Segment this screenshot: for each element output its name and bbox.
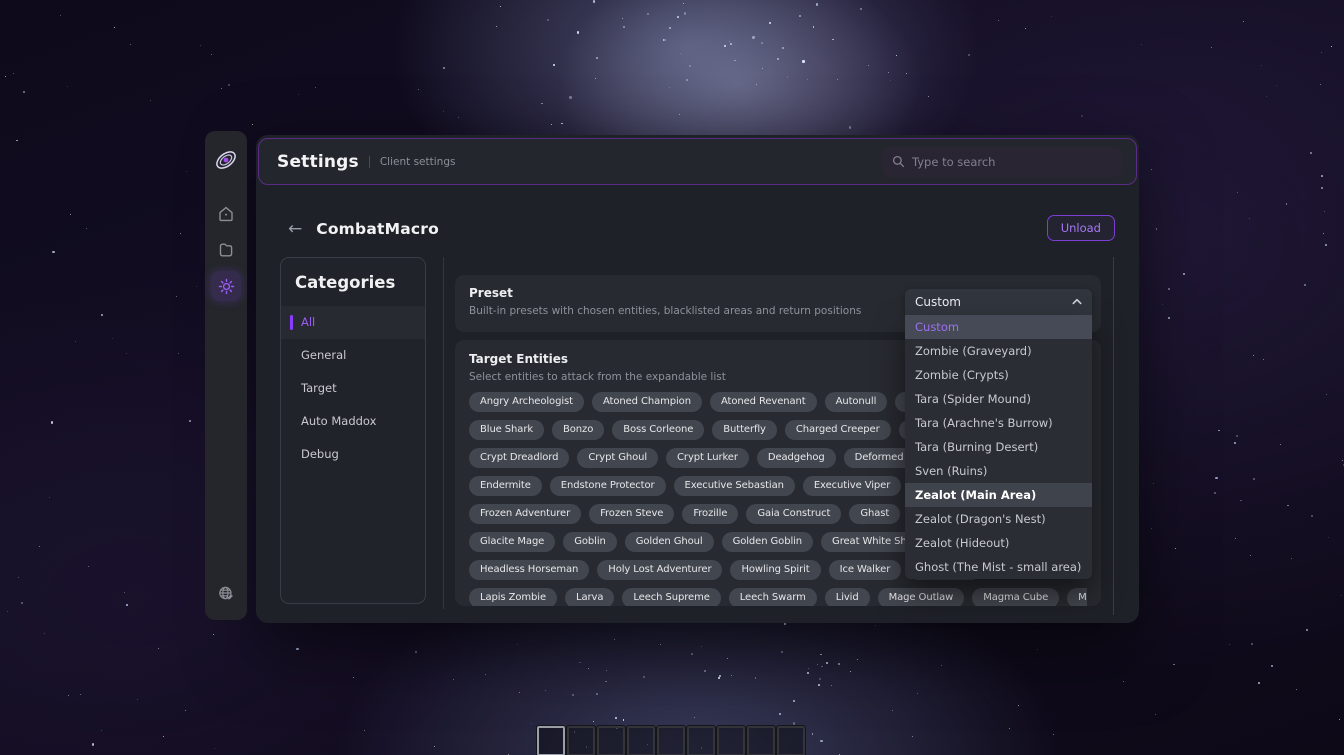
unload-button[interactable]: Unload	[1047, 215, 1115, 241]
entity-chip-deadgehog[interactable]: Deadgehog	[757, 448, 836, 468]
hotbar-slot-6[interactable]	[687, 726, 715, 755]
settings-icon[interactable]	[211, 271, 241, 301]
categories-title: Categories	[281, 258, 425, 306]
search-icon	[892, 155, 905, 168]
preset-option-custom[interactable]: Custom	[905, 315, 1092, 339]
entity-chip-livid[interactable]: Livid	[825, 588, 870, 606]
preset-option-tara-burning-desert[interactable]: Tara (Burning Desert)	[905, 435, 1092, 459]
content-scrollbar[interactable]	[1113, 257, 1114, 615]
entity-chip-bonzo[interactable]: Bonzo	[552, 420, 604, 440]
hotbar-slot-9[interactable]	[777, 726, 805, 755]
entity-chip-boss-corleone[interactable]: Boss Corleone	[612, 420, 704, 440]
entity-chip-atoned-champion[interactable]: Atoned Champion	[592, 392, 702, 412]
preset-option-tara-arachne-s-burrow[interactable]: Tara (Arachne's Burrow)	[905, 411, 1092, 435]
settings-window: Settings Client settings ← CombatMacro U…	[256, 135, 1139, 623]
entity-chip-leech-supreme[interactable]: Leech Supreme	[622, 588, 720, 606]
search-box[interactable]	[882, 147, 1122, 177]
back-button[interactable]: ←	[288, 221, 302, 238]
entity-chip-magma-cube-boss[interactable]: Magma Cube Boss	[1067, 588, 1087, 606]
entity-chip-frozen-adventurer[interactable]: Frozen Adventurer	[469, 504, 581, 524]
settings-body: Categories AllGeneralTargetAuto MaddoxDe…	[256, 257, 1139, 623]
entity-chip-row: Lapis Zombie Larva Leech Supreme Leech Swar…	[469, 588, 1087, 606]
hotbar-slot-8[interactable]	[747, 726, 775, 755]
entity-chip-blue-shark[interactable]: Blue Shark	[469, 420, 544, 440]
hotbar-slot-5[interactable]	[657, 726, 685, 755]
entity-chip-endermite[interactable]: Endermite	[469, 476, 542, 496]
entity-chip-golden-ghoul[interactable]: Golden Ghoul	[625, 532, 714, 552]
entity-chip-glacite-mage[interactable]: Glacite Mage	[469, 532, 555, 552]
entity-chip-crypt-lurker[interactable]: Crypt Lurker	[666, 448, 749, 468]
category-item-debug[interactable]: Debug	[281, 438, 425, 471]
entity-chip-crypt-dreadlord[interactable]: Crypt Dreadlord	[469, 448, 569, 468]
settings-title: Settings	[277, 152, 359, 172]
entity-chip-atoned-revenant[interactable]: Atoned Revenant	[710, 392, 817, 412]
categories-panel: Categories AllGeneralTargetAuto MaddoxDe…	[280, 257, 426, 604]
entity-chip-lapis-zombie[interactable]: Lapis Zombie	[469, 588, 557, 606]
entity-chip-executive-sebastian[interactable]: Executive Sebastian	[674, 476, 795, 496]
preset-option-zealot-hideout[interactable]: Zealot (Hideout)	[905, 531, 1092, 555]
preset-dropdown: Custom CustomZombie (Graveyard)Zombie (C…	[905, 289, 1092, 579]
entity-chip-goblin[interactable]: Goblin	[563, 532, 617, 552]
entity-chip-ghast[interactable]: Ghast	[849, 504, 900, 524]
preset-option-zombie-crypts[interactable]: Zombie (Crypts)	[905, 363, 1092, 387]
entity-chip-holy-lost-adventurer[interactable]: Holy Lost Adventurer	[597, 560, 722, 580]
hotbar-slot-4[interactable]	[627, 726, 655, 755]
entity-chip-frozille[interactable]: Frozille	[682, 504, 738, 524]
preset-dropdown-button[interactable]: Custom	[905, 289, 1092, 315]
entity-chip-endstone-protector[interactable]: Endstone Protector	[550, 476, 666, 496]
hotbar-slot-3[interactable]	[597, 726, 625, 755]
home-icon[interactable]	[211, 199, 241, 229]
category-item-general[interactable]: General	[281, 339, 425, 372]
category-item-auto-maddox[interactable]: Auto Maddox	[281, 405, 425, 438]
entity-chip-leech-swarm[interactable]: Leech Swarm	[729, 588, 817, 606]
entity-chip-frozen-steve[interactable]: Frozen Steve	[589, 504, 674, 524]
entity-chip-mage-outlaw[interactable]: Mage Outlaw	[878, 588, 965, 606]
entity-chip-magma-cube[interactable]: Magma Cube	[972, 588, 1059, 606]
page-head: ← CombatMacro Unload	[256, 213, 1139, 245]
page-title: CombatMacro	[316, 220, 439, 238]
entity-chip-executive-viper[interactable]: Executive Viper	[803, 476, 901, 496]
preset-dropdown-value: Custom	[915, 295, 961, 309]
entity-chip-angry-archeologist[interactable]: Angry Archeologist	[469, 392, 584, 412]
content-divider	[443, 257, 444, 609]
entity-chip-charged-creeper[interactable]: Charged Creeper	[785, 420, 891, 440]
preset-option-tara-spider-mound[interactable]: Tara (Spider Mound)	[905, 387, 1092, 411]
settings-subtitle: Client settings	[369, 156, 456, 168]
files-icon[interactable]	[211, 235, 241, 265]
category-item-all[interactable]: All	[281, 306, 425, 339]
search-input[interactable]	[912, 155, 1112, 169]
entity-chip-larva[interactable]: Larva	[565, 588, 614, 606]
entity-chip-crypt-ghoul[interactable]: Crypt Ghoul	[577, 448, 658, 468]
category-list: AllGeneralTargetAuto MaddoxDebug	[281, 306, 425, 471]
hotbar-slot-1[interactable]	[537, 726, 565, 755]
entity-chip-butterfly[interactable]: Butterfly	[712, 420, 777, 440]
entity-chip-gaia-construct[interactable]: Gaia Construct	[746, 504, 841, 524]
entity-chip-headless-horseman[interactable]: Headless Horseman	[469, 560, 589, 580]
world-edit-icon[interactable]	[211, 578, 241, 608]
hotbar-slot-2[interactable]	[567, 726, 595, 755]
preset-option-ghost-the-mist-small-area[interactable]: Ghost (The Mist - small area)	[905, 555, 1092, 579]
icon-rail	[205, 131, 247, 620]
preset-dropdown-list: CustomZombie (Graveyard)Zombie (Crypts)T…	[905, 315, 1092, 579]
settings-header: Settings Client settings	[258, 138, 1137, 185]
entity-chip-howling-spirit[interactable]: Howling Spirit	[730, 560, 820, 580]
entity-chip-golden-goblin[interactable]: Golden Goblin	[722, 532, 813, 552]
chevron-up-icon	[1071, 296, 1083, 308]
entity-chip-ice-walker[interactable]: Ice Walker	[829, 560, 902, 580]
category-item-target[interactable]: Target	[281, 372, 425, 405]
app-logo-icon	[211, 145, 241, 175]
hotbar-slot-7[interactable]	[717, 726, 745, 755]
hotbar	[537, 726, 805, 755]
preset-option-zombie-graveyard[interactable]: Zombie (Graveyard)	[905, 339, 1092, 363]
preset-option-sven-ruins[interactable]: Sven (Ruins)	[905, 459, 1092, 483]
entity-chip-autonull[interactable]: Autonull	[825, 392, 888, 412]
preset-option-zealot-main-area[interactable]: Zealot (Main Area)	[905, 483, 1092, 507]
preset-option-zealot-dragon-s-nest[interactable]: Zealot (Dragon's Nest)	[905, 507, 1092, 531]
